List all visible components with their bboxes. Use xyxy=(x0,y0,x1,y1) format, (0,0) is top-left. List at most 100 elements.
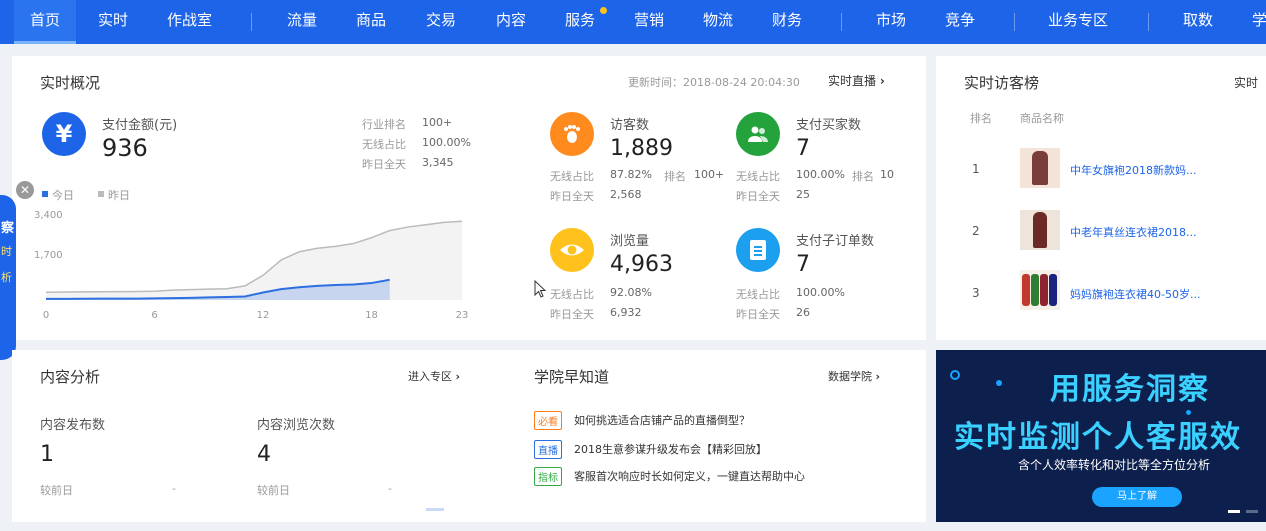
x-tick-label: 0 xyxy=(43,310,49,321)
nav-item-home[interactable]: 首页 xyxy=(14,0,76,44)
nav-item-service[interactable]: 服务 xyxy=(565,0,595,44)
yesterday-total-label: 昨日全天 xyxy=(362,158,406,171)
nav-item-logistics[interactable]: 物流 xyxy=(703,0,733,44)
legend-today-label: 今日 xyxy=(52,189,74,202)
nav-item-realtime[interactable]: 实时 xyxy=(98,0,128,44)
nav-item-finance[interactable]: 财务 xyxy=(772,0,802,44)
product-thumbnail[interactable] xyxy=(1020,270,1060,310)
nav-item-marketing[interactable]: 营销 xyxy=(634,0,664,44)
views-yesterday-value: 6,932 xyxy=(610,306,642,319)
views-wireless-label: 无线占比 xyxy=(550,288,594,301)
pagination-dot[interactable] xyxy=(426,508,444,511)
data-academy-link[interactable]: 数据学院 › xyxy=(828,368,880,384)
visitor-rank-card: 实时访客榜 实时 排名 商品名称 1 中年女旗袍2018新款妈... 2 中老年… xyxy=(936,56,1266,340)
y-tick-label: 1,700 xyxy=(34,250,63,261)
browse-compare-value: - xyxy=(388,482,392,495)
product-link[interactable]: 中老年真丝连衣裙2018... xyxy=(1070,224,1196,240)
nav-item-trade[interactable]: 交易 xyxy=(426,0,456,44)
decor-circle xyxy=(950,370,960,380)
buyers-yesterday-label: 昨日全天 xyxy=(736,190,780,203)
buyers-wireless-value: 100.00% xyxy=(796,168,845,181)
promo-banner[interactable]: 用服务洞察 实时监测个人客服效 含个人效率转化和对比等全方位分析 马上了解 xyxy=(936,350,1266,522)
visitors-label: 访客数 xyxy=(610,118,650,133)
close-icon[interactable]: ✕ xyxy=(16,181,34,199)
x-tick-label: 23 xyxy=(456,310,469,321)
carousel-indicator[interactable] xyxy=(1246,510,1258,513)
content-analysis-card: 内容分析 进入专区 › 内容发布数 1 较前日 - 内容浏览次数 4 较前日 -… xyxy=(12,350,926,522)
order-list-icon xyxy=(736,228,780,272)
product-thumbnail[interactable] xyxy=(1020,210,1060,250)
visitors-yesterday-label: 昨日全天 xyxy=(550,190,594,203)
enter-zone-link[interactable]: 进入专区 › xyxy=(408,368,460,384)
nav-item-war-room[interactable]: 作战室 xyxy=(167,0,212,44)
nav-divider xyxy=(251,13,252,31)
academy-title: 学院早知道 xyxy=(534,368,610,386)
browse-compare-label: 较前日 xyxy=(257,484,290,497)
banner-line1: 用服务洞察 xyxy=(1050,372,1210,407)
side-popup[interactable]: 察 时 析 xyxy=(0,195,16,360)
nav-divider xyxy=(1014,13,1015,31)
rank-number: 3 xyxy=(972,286,980,300)
buyers-value: 7 xyxy=(796,136,810,161)
banner-line2: 实时监测个人客服效 xyxy=(954,420,1242,455)
visitors-value: 1,889 xyxy=(610,136,673,161)
nav-item-business-zone[interactable]: 业务专区 xyxy=(1048,0,1108,44)
carousel-indicator[interactable] xyxy=(1228,510,1240,513)
publish-label: 内容发布数 xyxy=(40,418,106,433)
orders-wireless-label: 无线占比 xyxy=(736,288,780,301)
academy-item-link[interactable]: 客服首次响应时长如何定义，一键直达帮助中心 xyxy=(574,468,805,484)
product-link[interactable]: 妈妈旗袍连衣裙40-50岁... xyxy=(1070,286,1200,302)
views-wireless-value: 92.08% xyxy=(610,286,652,299)
wireless-ratio-label: 无线占比 xyxy=(362,138,406,151)
nav-item-academy[interactable]: 学 xyxy=(1252,0,1266,44)
orders-value: 7 xyxy=(796,252,810,277)
pay-amount-label: 支付金额(元) xyxy=(102,118,178,133)
nav-item-competition[interactable]: 竞争 xyxy=(945,0,975,44)
nav-item-traffic[interactable]: 流量 xyxy=(287,0,317,44)
banner-line3: 含个人效率转化和对比等全方位分析 xyxy=(1018,458,1211,472)
visitor-rank-title: 实时访客榜 xyxy=(964,74,1040,92)
x-tick-label: 12 xyxy=(257,310,270,321)
nav-item-content[interactable]: 内容 xyxy=(496,0,526,44)
publish-compare-value: - xyxy=(172,482,176,495)
visitors-wireless-value: 87.82% xyxy=(610,168,652,181)
visitors-yesterday-value: 2,568 xyxy=(610,188,642,201)
rank-number: 1 xyxy=(972,162,980,176)
learn-more-button[interactable]: 马上了解 xyxy=(1092,487,1182,507)
live-link[interactable]: 实时直播 › xyxy=(828,72,885,89)
academy-item-link[interactable]: 2018生意参谋升级发布会【精彩回放】 xyxy=(574,441,767,457)
buyers-rank-value: 10 xyxy=(880,168,894,181)
publish-value: 1 xyxy=(40,442,54,467)
publish-compare-label: 较前日 xyxy=(40,484,73,497)
orders-yesterday-label: 昨日全天 xyxy=(736,308,780,321)
browse-label: 内容浏览次数 xyxy=(257,418,336,433)
buyers-yesterday-value: 25 xyxy=(796,188,810,201)
metric-tag: 指标 xyxy=(534,467,562,486)
pay-amount-value: 936 xyxy=(102,134,148,162)
orders-wireless-value: 100.00% xyxy=(796,286,845,299)
product-link[interactable]: 中年女旗袍2018新款妈... xyxy=(1070,162,1196,178)
nav-item-data-fetch[interactable]: 取数 xyxy=(1183,0,1213,44)
buyers-icon xyxy=(736,112,780,156)
chevron-right-icon: › xyxy=(879,74,885,88)
industry-rank-label: 行业排名 xyxy=(362,118,406,131)
live-tag: 直播 xyxy=(534,440,562,459)
views-label: 浏览量 xyxy=(610,234,650,249)
views-value: 4,963 xyxy=(610,252,673,277)
nav-item-goods[interactable]: 商品 xyxy=(356,0,386,44)
x-tick-label: 18 xyxy=(365,310,378,321)
rank-number: 2 xyxy=(972,224,980,238)
data-academy-label: 数据学院 xyxy=(828,370,872,383)
chevron-right-icon: › xyxy=(455,370,461,383)
legend-yesterday-swatch xyxy=(98,191,104,197)
buyers-label: 支付买家数 xyxy=(796,118,862,133)
views-yesterday-label: 昨日全天 xyxy=(550,308,594,321)
decor-dot xyxy=(996,380,1002,386)
nav-item-market[interactable]: 市场 xyxy=(876,0,906,44)
enter-zone-label: 进入专区 xyxy=(408,370,452,383)
product-thumbnail[interactable] xyxy=(1020,148,1060,188)
visitor-rank-header-right[interactable]: 实时 xyxy=(1234,74,1258,91)
academy-item-link[interactable]: 如何挑选适合店铺产品的直播倒型？ xyxy=(574,412,750,428)
content-title: 内容分析 xyxy=(40,368,101,386)
nav-divider xyxy=(1148,13,1149,31)
